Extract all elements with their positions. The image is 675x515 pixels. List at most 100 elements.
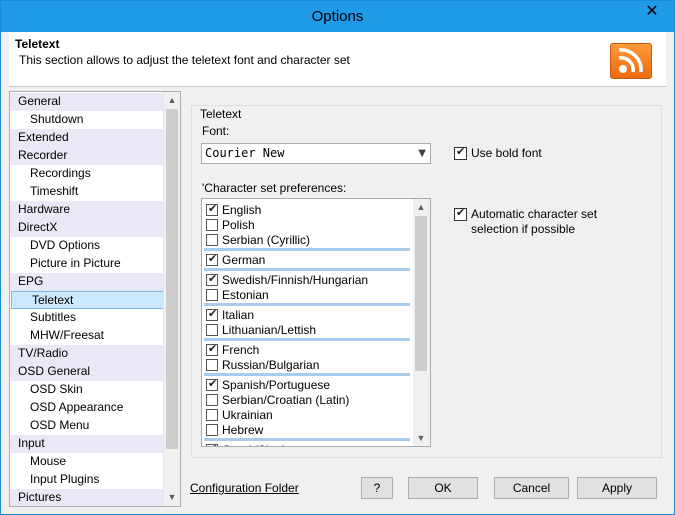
charset-list-item[interactable]: Lithuanian/Lettish bbox=[206, 322, 316, 337]
configuration-folder-link[interactable]: Configuration Folder bbox=[190, 481, 299, 495]
options-tree[interactable]: Pictures Input Plugins Mouse Input OSD Menu O… bbox=[9, 91, 181, 507]
tree-item[interactable]: Teletext bbox=[11, 291, 164, 309]
charset-list-item[interactable]: Serbian (Cyrillic) bbox=[206, 232, 310, 247]
charset-checkbox[interactable] bbox=[206, 288, 218, 301]
charset-group-separator bbox=[204, 303, 410, 306]
tree-item[interactable]: Hardware bbox=[10, 201, 165, 219]
charset-checkbox[interactable] bbox=[206, 393, 218, 406]
charset-scroll-thumb[interactable] bbox=[415, 216, 427, 371]
charset-checkbox[interactable] bbox=[206, 272, 218, 286]
charset-list-item[interactable]: Hebrew bbox=[206, 422, 263, 437]
charset-group-separator bbox=[204, 373, 410, 376]
charset-list-item[interactable]: Italian bbox=[206, 307, 254, 322]
charset-list-item[interactable]: Serbian/Croatian (Latin) bbox=[206, 392, 349, 407]
charset-label: German bbox=[222, 252, 266, 267]
charset-checkbox[interactable] bbox=[206, 408, 218, 421]
charset-checkbox[interactable] bbox=[206, 233, 218, 246]
charset-label: Serbian/Croatian (Latin) bbox=[222, 392, 350, 407]
charset-checkbox[interactable] bbox=[206, 342, 218, 356]
charset-checkbox[interactable] bbox=[206, 218, 218, 231]
tree-item[interactable]: OSD General bbox=[10, 363, 165, 381]
charset-group-separator bbox=[204, 248, 410, 251]
charset-label: Estonian bbox=[222, 287, 269, 302]
tree-item[interactable]: TV/Radio bbox=[10, 345, 165, 363]
charset-label: French bbox=[222, 342, 260, 357]
charset-checkbox[interactable] bbox=[206, 252, 218, 266]
charset-checkbox[interactable] bbox=[206, 442, 218, 446]
charset-checkbox[interactable] bbox=[206, 377, 218, 391]
rss-broadcast-icon bbox=[610, 43, 652, 79]
charset-list-item[interactable]: Greek/Slavic bbox=[206, 442, 290, 447]
scroll-down-icon[interactable]: ▼ bbox=[413, 430, 429, 446]
tree-item[interactable]: Pictures bbox=[10, 489, 165, 506]
charset-scrollbar[interactable]: ▲ ▼ bbox=[413, 199, 430, 446]
charset-label: Spanish/Portuguese bbox=[222, 377, 331, 392]
section-title: Teletext bbox=[15, 37, 60, 51]
charset-label: Greek/Slavic bbox=[222, 443, 290, 447]
charset-checkbox[interactable] bbox=[206, 423, 218, 436]
tree-item[interactable]: MHW/Freesat bbox=[10, 327, 165, 345]
section-header: Teletext This section allows to adjust t… bbox=[9, 32, 666, 87]
charset-list-item[interactable]: Polish bbox=[206, 217, 255, 232]
charset-list-item[interactable]: Ukrainian bbox=[206, 407, 273, 422]
charset-checkbox[interactable] bbox=[206, 202, 218, 216]
scroll-up-icon[interactable]: ▲ bbox=[164, 92, 180, 108]
charset-label: 'Character set preferences: bbox=[202, 181, 347, 195]
tree-item[interactable]: DirectX bbox=[10, 219, 165, 237]
tree-item[interactable]: General bbox=[10, 93, 165, 111]
tree-item[interactable]: Picture in Picture bbox=[10, 255, 165, 273]
tree-item[interactable]: Recorder bbox=[10, 147, 165, 165]
tree-item[interactable]: Extended bbox=[10, 129, 165, 147]
charset-list-item[interactable]: English bbox=[206, 202, 261, 217]
scroll-down-icon[interactable]: ▼ bbox=[164, 489, 180, 505]
charset-list-item[interactable]: Russian/Bulgarian bbox=[206, 357, 319, 372]
chevron-down-icon[interactable]: ▼ bbox=[418, 144, 426, 163]
charset-list-item[interactable]: French bbox=[206, 342, 259, 357]
options-window: Options ✕ Teletext This section allows t… bbox=[0, 0, 675, 515]
apply-button[interactable]: Apply bbox=[577, 477, 657, 499]
font-select-value: Courier New bbox=[205, 146, 285, 160]
charset-list-item[interactable]: Swedish/Finnish/Hungarian bbox=[206, 272, 368, 287]
tree-item[interactable]: Mouse bbox=[10, 453, 165, 471]
cancel-button[interactable]: Cancel bbox=[494, 477, 569, 499]
section-description: This section allows to adjust the telete… bbox=[19, 53, 350, 67]
charset-checkbox[interactable] bbox=[206, 323, 218, 336]
charset-list-item[interactable]: German bbox=[206, 252, 265, 267]
tree-item[interactable]: OSD Skin bbox=[10, 381, 165, 399]
font-select[interactable]: Courier New ▼ bbox=[201, 143, 431, 164]
auto-charset-label-line2: selection if possible bbox=[471, 222, 576, 236]
tree-item[interactable]: OSD Appearance bbox=[10, 399, 165, 417]
ok-button[interactable]: OK bbox=[408, 477, 478, 499]
tree-item[interactable]: Subtitles bbox=[10, 309, 165, 327]
tree-item[interactable]: Shutdown bbox=[10, 111, 165, 129]
bold-font-check[interactable] bbox=[454, 145, 467, 160]
tree-item[interactable]: DVD Options bbox=[10, 237, 165, 255]
tree-item[interactable]: Recordings bbox=[10, 165, 165, 183]
tree-scrollbar[interactable]: ▲ ▼ bbox=[163, 92, 180, 506]
groupbox-title: Teletext bbox=[197, 107, 245, 121]
charset-list-item[interactable]: Estonian bbox=[206, 287, 269, 302]
tree-item[interactable]: Input bbox=[10, 435, 165, 453]
auto-charset-check[interactable] bbox=[454, 206, 467, 221]
title-bar[interactable]: Options ✕ bbox=[1, 1, 674, 32]
charset-label: Italian bbox=[222, 307, 255, 322]
charset-checkbox[interactable] bbox=[206, 307, 218, 321]
scroll-up-icon[interactable]: ▲ bbox=[413, 199, 429, 215]
charset-list[interactable]: ▲ ▼ EnglishPolishSerbian (Cyrillic) Germa… bbox=[201, 198, 431, 447]
tree-scroll-thumb[interactable] bbox=[166, 109, 178, 449]
charset-group-separator bbox=[204, 268, 410, 271]
charset-label: Ukrainian bbox=[222, 407, 273, 422]
tree-item[interactable]: Input Plugins bbox=[10, 471, 165, 489]
charset-list-item[interactable]: Spanish/Portuguese bbox=[206, 377, 330, 392]
help-button[interactable]: ? bbox=[361, 477, 393, 499]
charset-label: Serbian (Cyrillic) bbox=[222, 232, 311, 247]
tree-item[interactable]: Timeshift bbox=[10, 183, 165, 201]
bold-font-checkbox[interactable]: Use bold font bbox=[454, 145, 542, 160]
charset-checkbox[interactable] bbox=[206, 358, 218, 371]
charset-group-separator bbox=[204, 338, 410, 341]
close-button[interactable]: ✕ bbox=[636, 2, 668, 22]
tree-item[interactable]: OSD Menu bbox=[10, 417, 165, 435]
auto-charset-checkbox[interactable]: Automatic character set selection if pos… bbox=[454, 206, 597, 237]
tree-item[interactable]: EPG bbox=[10, 273, 165, 291]
font-label: Font: bbox=[202, 124, 230, 138]
